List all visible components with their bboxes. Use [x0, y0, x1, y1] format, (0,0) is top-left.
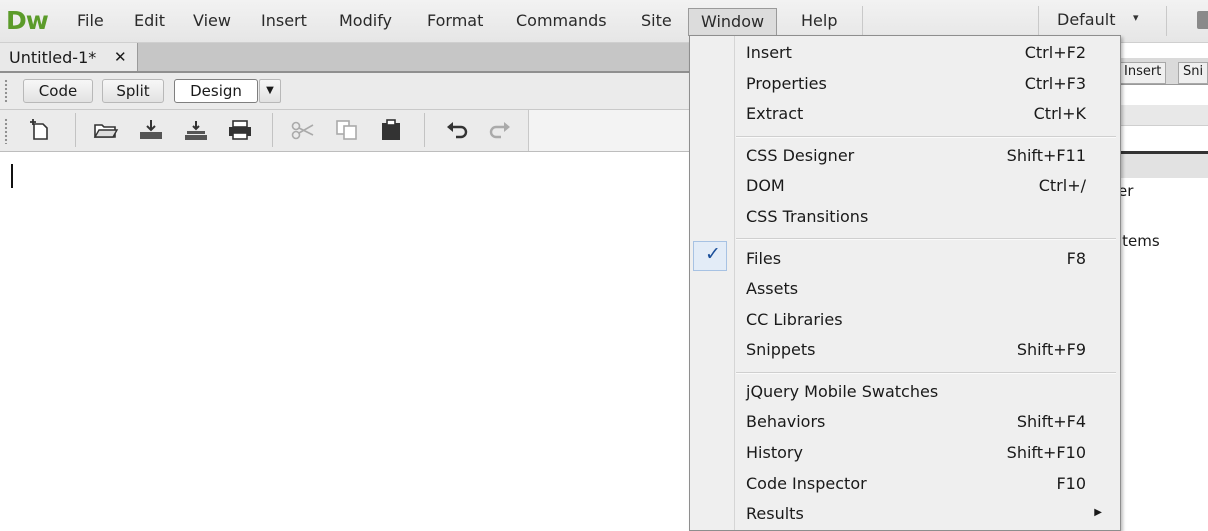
menu-item-label: Extract — [746, 104, 804, 123]
code-view-button[interactable]: Code — [23, 79, 93, 103]
workspace-switcher[interactable]: Default — [1057, 10, 1115, 29]
menu-item-label: Assets — [746, 279, 799, 298]
menu-format[interactable]: Format — [427, 11, 483, 33]
panel-tab-bar: Insert Sni — [1118, 58, 1208, 85]
menu-item-results[interactable]: Results ▶ — [690, 501, 1120, 529]
undo-icon[interactable] — [444, 118, 470, 142]
menu-item-label: Code Inspector — [746, 474, 867, 493]
toolbar-grip[interactable] — [4, 79, 8, 103]
menu-item-label: Behaviors — [746, 412, 826, 431]
menu-item-shortcut: Shift+F10 — [1006, 443, 1086, 462]
toolbar-separator — [272, 113, 273, 147]
menubar-separator — [862, 6, 863, 36]
toolbar-filler — [528, 110, 701, 151]
toolbar-separator — [424, 113, 425, 147]
menu-window[interactable]: Window — [688, 8, 778, 36]
view-toolbar: Code Split Design ▼ — [0, 73, 700, 110]
menu-item-css-transitions[interactable]: CSS Transitions — [690, 204, 1120, 232]
right-panel-group: Insert Sni er items — [1118, 43, 1208, 529]
open-folder-icon[interactable] — [93, 118, 119, 142]
save-icon[interactable] — [138, 118, 164, 142]
menu-item-code-inspector[interactable]: Code Inspector F10 — [690, 471, 1120, 499]
menu-item-extract[interactable]: Extract Ctrl+K — [690, 101, 1120, 129]
menu-item-shortcut: Shift+F9 — [1016, 340, 1086, 359]
menu-separator — [736, 238, 1116, 240]
menu-item-snippets[interactable]: Snippets Shift+F9 — [690, 337, 1120, 365]
print-icon[interactable] — [227, 118, 253, 142]
menu-item-shortcut: Ctrl+F3 — [1024, 74, 1086, 93]
text-cursor — [11, 164, 13, 188]
menu-item-shortcut: Shift+F4 — [1016, 412, 1086, 431]
design-view-canvas[interactable] — [0, 152, 700, 529]
menu-file[interactable]: File — [77, 11, 104, 33]
menu-item-label: Results — [746, 504, 804, 523]
menu-item-shortcut: Ctrl+/ — [1038, 176, 1086, 195]
copy-icon[interactable] — [334, 118, 360, 142]
menu-item-label: Properties — [746, 74, 827, 93]
chevron-down-icon[interactable]: ▾ — [1133, 11, 1139, 24]
document-tab-bar: Untitled-1* ✕ — [0, 43, 700, 73]
menu-item-label: Insert — [746, 43, 792, 62]
menu-separator — [736, 136, 1116, 138]
standard-toolbar — [0, 110, 701, 152]
menu-item-shortcut: Ctrl+K — [1033, 104, 1086, 123]
menu-item-label: History — [746, 443, 803, 462]
panel-subheader — [1118, 154, 1208, 178]
menu-item-label: DOM — [746, 176, 785, 195]
new-document-icon[interactable] — [27, 118, 53, 142]
menu-item-insert[interactable]: Insert Ctrl+F2 — [690, 40, 1120, 68]
redo-icon[interactable] — [487, 118, 513, 142]
menu-insert[interactable]: Insert — [261, 11, 307, 33]
view-mode-dropdown[interactable]: ▼ — [259, 79, 281, 103]
menubar-separator — [1166, 6, 1167, 36]
menu-help[interactable]: Help — [801, 11, 837, 33]
menu-item-label: Snippets — [746, 340, 816, 359]
menubar-separator — [1038, 6, 1039, 36]
menu-item-jquery-mobile-swatches[interactable]: jQuery Mobile Swatches — [690, 379, 1120, 407]
menu-item-label: CC Libraries — [746, 310, 843, 329]
document-tab-label: Untitled-1* — [9, 48, 97, 67]
design-view-button[interactable]: Design — [174, 79, 258, 103]
close-icon[interactable]: ✕ — [114, 48, 127, 66]
menu-item-cc-libraries[interactable]: CC Libraries — [690, 307, 1120, 335]
save-all-icon[interactable] — [183, 118, 209, 142]
panel-tab-insert[interactable]: Insert — [1119, 62, 1167, 84]
menu-item-css-designer[interactable]: CSS Designer Shift+F11 — [690, 143, 1120, 171]
menu-edit[interactable]: Edit — [134, 11, 165, 33]
menu-site[interactable]: Site — [641, 11, 672, 33]
menu-commands[interactable]: Commands — [516, 11, 607, 33]
menu-view[interactable]: View — [193, 11, 231, 33]
split-view-button[interactable]: Split — [102, 79, 164, 103]
menu-item-properties[interactable]: Properties Ctrl+F3 — [690, 71, 1120, 99]
toolbar-separator — [75, 113, 76, 147]
menu-separator — [736, 372, 1116, 374]
cut-icon[interactable] — [290, 118, 316, 142]
app-corner-icon[interactable] — [1197, 11, 1208, 29]
panel-tab-snippets[interactable]: Sni — [1178, 62, 1208, 84]
menu-item-dom[interactable]: DOM Ctrl+/ — [690, 173, 1120, 201]
menu-item-label: CSS Designer — [746, 146, 855, 165]
menu-item-label: jQuery Mobile Swatches — [746, 382, 939, 401]
panel-header — [1118, 105, 1208, 126]
menu-item-assets[interactable]: Assets — [690, 276, 1120, 304]
menu-item-shortcut: Ctrl+F2 — [1024, 43, 1086, 62]
menu-item-label: Files — [746, 249, 782, 268]
paste-icon[interactable] — [378, 118, 404, 142]
window-menu-dropdown: ✓ Insert Ctrl+F2 Properties Ctrl+F3 Extr… — [689, 35, 1121, 531]
dreamweaver-logo: Dw — [6, 6, 49, 35]
menu-item-label: CSS Transitions — [746, 207, 869, 226]
submenu-arrow-icon: ▶ — [1094, 507, 1102, 518]
menu-item-history[interactable]: History Shift+F10 — [690, 440, 1120, 468]
document-tab[interactable]: Untitled-1* ✕ — [0, 43, 138, 71]
panel-text: items — [1118, 232, 1160, 250]
toolbar-grip[interactable] — [4, 118, 8, 144]
menu-item-shortcut: F10 — [1056, 474, 1086, 493]
menu-item-shortcut: Shift+F11 — [1006, 146, 1086, 165]
menu-item-shortcut: F8 — [1066, 249, 1086, 268]
menu-modify[interactable]: Modify — [339, 11, 392, 33]
menu-item-files[interactable]: Files F8 — [690, 246, 1120, 274]
menu-item-behaviors[interactable]: Behaviors Shift+F4 — [690, 409, 1120, 437]
